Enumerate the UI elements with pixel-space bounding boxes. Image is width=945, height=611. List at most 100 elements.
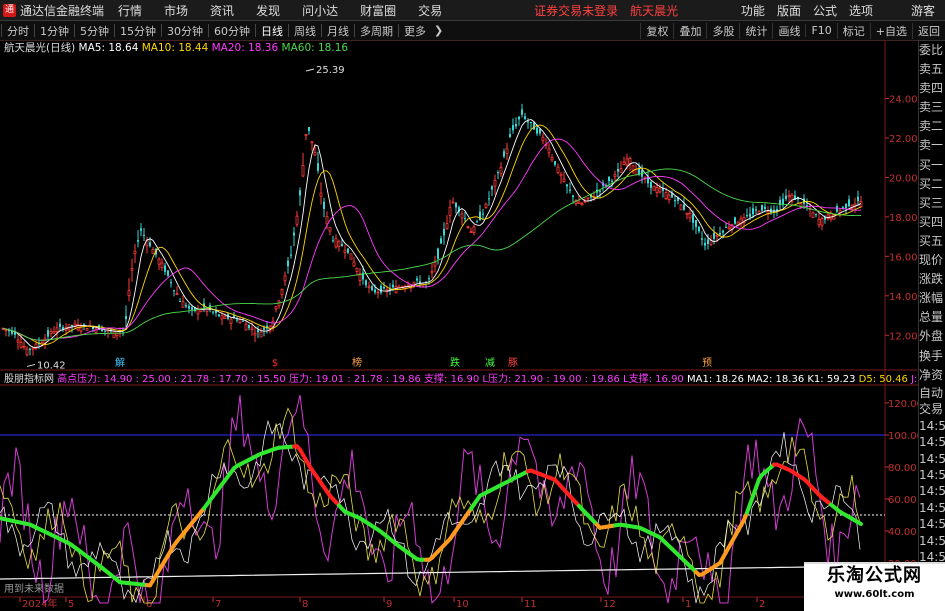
candle-body — [173, 290, 175, 291]
login-status: 证券交易未登录 — [534, 2, 618, 19]
indicator-value: J: 76.78 — [910, 374, 918, 385]
candle-body — [572, 196, 574, 198]
candle-body — [536, 128, 538, 134]
candle-body — [581, 204, 583, 205]
candle-body — [467, 227, 469, 228]
candle-body — [311, 142, 313, 143]
candle-body — [356, 268, 358, 271]
toolbar-divider — [208, 24, 209, 37]
candle-body — [563, 179, 565, 182]
menu-discover[interactable]: 发现 — [256, 2, 280, 19]
menu-wealth[interactable]: 财富圈 — [360, 2, 396, 19]
candle-body — [578, 202, 580, 204]
candle-body — [158, 259, 160, 264]
menu-quotes[interactable]: 行情 — [118, 2, 142, 19]
candle-body — [455, 203, 457, 208]
app-logo-icon: 通 — [3, 4, 16, 17]
time-row: 交易 — [919, 401, 945, 417]
candle-body — [191, 307, 193, 310]
candle-body — [293, 233, 295, 236]
candle-body — [500, 167, 502, 174]
candle-body — [143, 235, 145, 236]
time-row: 14:56 — [919, 483, 945, 499]
signal-marker: 减 — [485, 357, 495, 369]
x-tick-label: 2 — [759, 599, 765, 609]
y-tick-label: 16.00 — [889, 252, 918, 263]
indicator-value: 高点压力: 14.90 : 25.00 : 21.78 : 17.70 : 15… — [57, 372, 289, 385]
menu-market[interactable]: 市场 — [164, 2, 188, 19]
menu-formula[interactable]: 公式 — [813, 2, 837, 19]
period-tab[interactable]: 月线 — [323, 23, 353, 39]
stock-chart[interactable]: 12.0014.0016.0018.0020.0022.0024.00 25.3… — [0, 40, 918, 609]
candle-body — [368, 286, 370, 287]
candle-body — [695, 220, 697, 227]
period-tab[interactable]: 1分钟 — [36, 23, 73, 39]
right-menu: 功能 版面 公式 选项 游客 — [741, 0, 945, 20]
candle-body — [755, 209, 757, 210]
adjust-button[interactable]: 复权 — [640, 23, 673, 39]
menu-trade[interactable]: 交易 — [418, 2, 442, 19]
candle-body — [392, 285, 394, 288]
candle-body — [734, 217, 736, 223]
mark-button[interactable]: 标记 — [837, 23, 870, 39]
order-book-row: 卖三 — [919, 98, 945, 117]
candle-body — [437, 249, 439, 259]
menu-options[interactable]: 选项 — [849, 2, 873, 19]
period-tab[interactable]: 分时 — [3, 23, 33, 39]
candle-body — [29, 349, 31, 350]
multi-stock-button[interactable]: 多股 — [706, 23, 739, 39]
y-tick-label: 22.00 — [889, 134, 918, 145]
candle-body — [692, 214, 694, 222]
candle-body — [74, 324, 76, 326]
x-tick-label: 8 — [302, 599, 308, 609]
y-tick-label: 18.00 — [889, 213, 918, 224]
guest-button[interactable]: 游客 — [911, 2, 935, 19]
menu-news[interactable]: 资讯 — [210, 2, 234, 19]
menu-layout[interactable]: 版面 — [777, 2, 801, 19]
candle-body — [329, 228, 331, 231]
candle-body — [668, 195, 670, 200]
period-tab[interactable]: 5分钟 — [76, 23, 113, 39]
period-tab[interactable]: 60分钟 — [210, 23, 254, 39]
candle-body — [113, 331, 115, 337]
candle-body — [509, 134, 511, 137]
candle-body — [485, 204, 487, 207]
draw-button[interactable]: 画线 — [772, 23, 805, 39]
period-tab[interactable]: 15分钟 — [116, 23, 160, 39]
indicator-value: D5: 50.46 — [859, 374, 911, 385]
indicator-value: 压力: 19.01 : 21.78 : 19.86 — [289, 372, 424, 385]
menu-ask[interactable]: 问小达 — [302, 2, 338, 19]
add-watchlist-button[interactable]: +自选 — [870, 23, 912, 39]
overlay-button[interactable]: 叠加 — [673, 23, 706, 39]
order-book-row: 总量 — [919, 308, 945, 327]
menu-function[interactable]: 功能 — [741, 2, 765, 19]
toolbar-divider — [398, 24, 399, 37]
candle-body — [104, 331, 106, 332]
candle-body — [689, 213, 691, 217]
x-tick-label: 11 — [524, 599, 537, 609]
candle-body — [263, 328, 265, 330]
period-tab-active[interactable]: 日线 — [257, 23, 287, 39]
candle-body — [299, 190, 301, 195]
period-tab[interactable]: 周线 — [290, 23, 320, 39]
f10-button[interactable]: F10 — [805, 24, 836, 37]
price-annotation-pointer — [27, 364, 35, 366]
ma-legend: MA20: 18.36 — [212, 42, 282, 54]
period-tab[interactable]: 30分钟 — [163, 23, 207, 39]
period-tab[interactable]: 多周期 — [356, 23, 397, 39]
time-row: 14:56 — [919, 533, 945, 549]
candle-body — [254, 333, 256, 335]
candle-body — [170, 282, 172, 283]
candle-body — [776, 209, 778, 211]
order-book-row: 买四 — [919, 213, 945, 232]
candle-body — [551, 157, 553, 160]
back-button[interactable]: 返回 — [912, 23, 945, 39]
candle-body — [518, 117, 520, 120]
period-toolbar: 分时 1分钟 5分钟 15分钟 30分钟 60分钟 日线 周线 月线 多周期 更… — [0, 21, 945, 41]
chart-area[interactable]: 12.0014.0016.0018.0020.0022.0024.00 25.3… — [0, 40, 945, 609]
more-dropdown[interactable]: 更多 — [400, 23, 430, 39]
stats-button[interactable]: 统计 — [739, 23, 772, 39]
chevron-right-icon[interactable]: ❯ — [430, 24, 447, 37]
indicator-value: MA2: 18.36 — [747, 374, 807, 385]
indicator-value: L压力: 21.90 : 19.00 : 19.86 — [482, 372, 623, 385]
